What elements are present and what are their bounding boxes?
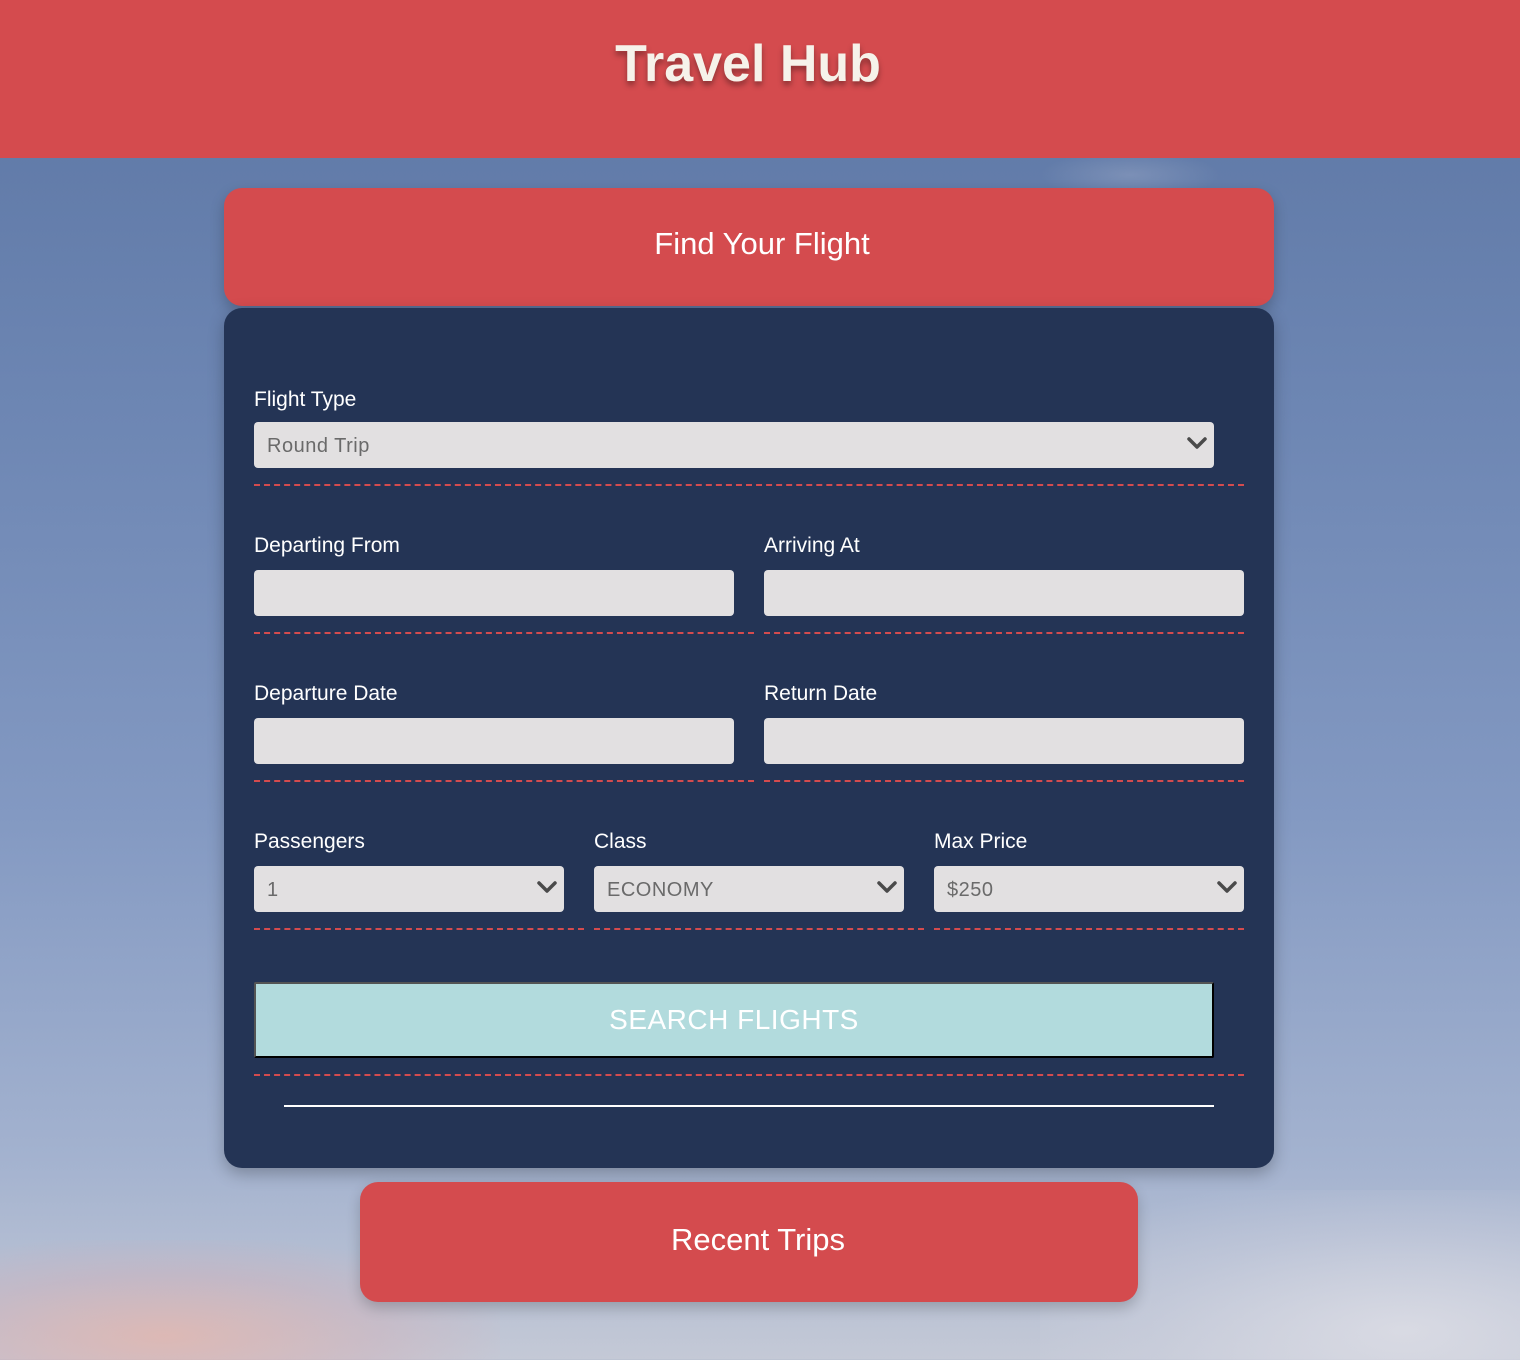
departing-from-input[interactable] bbox=[254, 570, 734, 616]
passengers-label: Passengers bbox=[254, 830, 365, 853]
field-divider bbox=[254, 1074, 1244, 1076]
departure-date-input[interactable] bbox=[254, 718, 734, 764]
flight-search-form: Flight Type Round Trip Departing From Ar… bbox=[224, 308, 1274, 1168]
chevron-down-icon bbox=[537, 881, 557, 893]
max-price-value: $250 bbox=[947, 879, 994, 901]
field-divider bbox=[254, 780, 754, 782]
field-divider bbox=[594, 928, 924, 930]
departing-from-label: Departing From bbox=[254, 534, 400, 557]
field-divider bbox=[254, 928, 584, 930]
class-select[interactable]: ECONOMY bbox=[594, 866, 904, 912]
app-title: Travel Hub bbox=[615, 35, 881, 93]
arriving-at-label: Arriving At bbox=[764, 534, 860, 557]
chevron-down-icon bbox=[1187, 437, 1207, 449]
class-label: Class bbox=[594, 830, 647, 853]
return-date-label: Return Date bbox=[764, 682, 878, 705]
flight-type-label: Flight Type bbox=[254, 388, 357, 411]
max-price-label: Max Price bbox=[934, 830, 1028, 853]
chevron-down-icon bbox=[877, 881, 897, 893]
departure-date-label: Departure Date bbox=[254, 682, 398, 705]
top-bar: Travel Hub bbox=[0, 0, 1520, 158]
search-flights-button[interactable]: SEARCH FLIGHTS bbox=[254, 982, 1214, 1058]
recent-trips-button[interactable]: Recent Trips bbox=[360, 1182, 1138, 1302]
passengers-value: 1 bbox=[267, 879, 279, 901]
chevron-down-icon bbox=[1217, 881, 1237, 893]
field-divider bbox=[254, 484, 1244, 486]
find-flight-header: Find Your Flight bbox=[224, 188, 1274, 306]
max-price-select[interactable]: $250 bbox=[934, 866, 1244, 912]
flight-type-select[interactable]: Round Trip bbox=[254, 422, 1214, 468]
field-divider bbox=[254, 632, 754, 634]
panel-divider bbox=[284, 1105, 1214, 1107]
class-value: ECONOMY bbox=[607, 879, 714, 901]
field-divider bbox=[764, 780, 1244, 782]
passengers-select[interactable]: 1 bbox=[254, 866, 564, 912]
flight-type-value: Round Trip bbox=[267, 435, 370, 457]
recent-trips-label: Recent Trips bbox=[670, 1222, 845, 1257]
find-flight-title: Find Your Flight bbox=[654, 226, 870, 261]
return-date-input[interactable] bbox=[764, 718, 1244, 764]
arriving-at-input[interactable] bbox=[764, 570, 1244, 616]
field-divider bbox=[764, 632, 1244, 634]
field-divider bbox=[934, 928, 1244, 930]
